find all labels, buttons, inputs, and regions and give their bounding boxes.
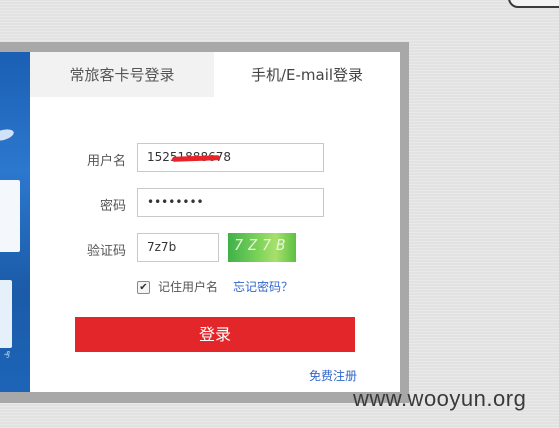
captcha-value: 7z7b [147, 240, 177, 254]
password-input[interactable]: •••••••• [137, 188, 324, 217]
captcha-label: 验证码 [86, 244, 126, 259]
captcha-input[interactable]: 7z7b [137, 233, 219, 262]
tab-card-login[interactable]: 常旅客卡号登录 [30, 52, 214, 97]
side-banner-image: ₰ [0, 52, 30, 392]
password-value: •••••••• [147, 195, 204, 209]
watermark: www.wooyun.org [353, 386, 527, 411]
login-panel: 常旅客卡号登录 手机/E-mail登录 用户名 15251888678 密码 •… [30, 52, 400, 392]
username-input[interactable]: 15251888678 [137, 143, 324, 172]
banner-letter-shape [0, 180, 20, 252]
banner-airplane-shape [0, 127, 15, 143]
banner-mark: ₰ [4, 350, 11, 361]
remember-label: 记住用户名 [158, 280, 219, 294]
captcha-image[interactable]: 7Z7B [228, 233, 296, 262]
tab-phone-login[interactable]: 手机/E-mail登录 [214, 52, 400, 97]
forgot-password-link[interactable]: 忘记密码？ [233, 278, 293, 295]
top-corner-control [508, 0, 559, 8]
login-button[interactable]: 登录 [75, 317, 355, 352]
username-label: 用户名 [86, 154, 126, 169]
register-link[interactable]: 免费注册 [309, 367, 357, 384]
captcha-image-text: 7Z7B [234, 236, 291, 254]
remember-checkbox[interactable]: ✔ [137, 281, 150, 294]
password-label: 密码 [99, 199, 126, 214]
banner-block-shape [0, 280, 12, 348]
